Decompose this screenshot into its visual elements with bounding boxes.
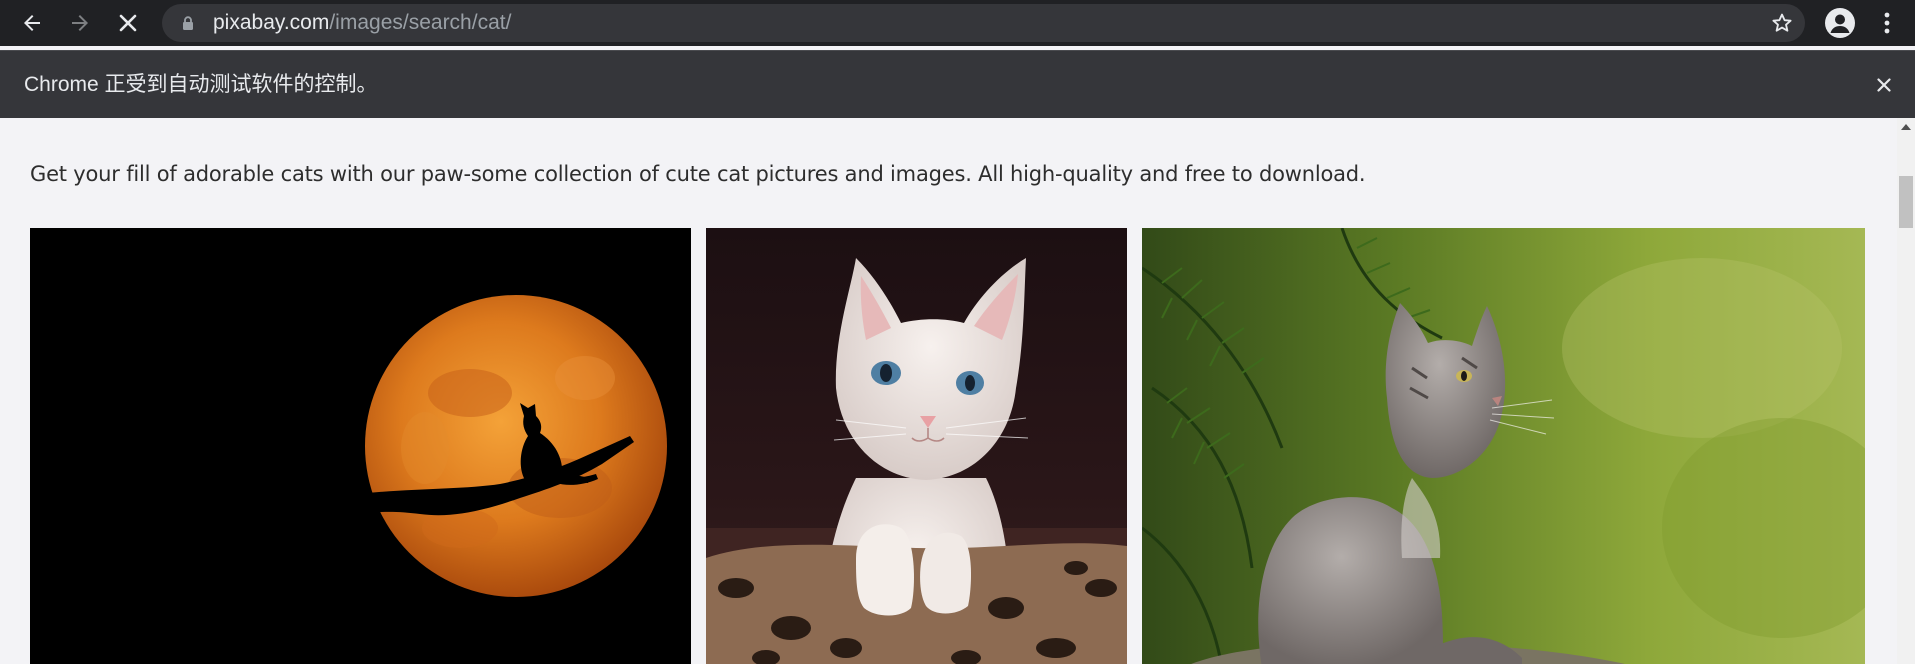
image-result-3[interactable]: [1142, 228, 1865, 664]
automation-infobar: Chrome 正受到自动测试软件的控制。: [0, 50, 1915, 118]
stop-button[interactable]: [110, 5, 146, 41]
page-scrollbar[interactable]: [1897, 118, 1915, 664]
page-content: Get your fill of adorable cats with our …: [0, 118, 1897, 664]
cropped-heading-fragment: [24, 118, 164, 123]
close-icon: [1877, 78, 1891, 92]
more-vert-icon: [1884, 12, 1890, 34]
profile-icon: [1830, 14, 1850, 33]
scroll-up-button[interactable]: [1897, 120, 1915, 134]
star-icon[interactable]: [1771, 12, 1793, 34]
cat-moon-photo: [30, 228, 691, 664]
caret-up-icon: [1901, 124, 1911, 130]
lock-icon[interactable]: [182, 16, 194, 31]
infobar-close-button[interactable]: [1872, 73, 1896, 97]
back-button[interactable]: [14, 5, 50, 41]
grey-kitten-photo: [1142, 228, 1865, 664]
forward-arrow-icon: [72, 15, 88, 31]
url-host: pixabay.com: [213, 11, 330, 34]
scrollbar-thumb[interactable]: [1899, 176, 1913, 228]
browser-toolbar: pixabay.com/images/search/cat/: [0, 0, 1915, 46]
url-text[interactable]: pixabay.com/images/search/cat/: [213, 4, 511, 42]
page-heading-cropped: [24, 118, 164, 130]
profile-button[interactable]: [1825, 8, 1855, 38]
forward-button[interactable]: [62, 5, 98, 41]
back-arrow-icon: [24, 15, 40, 31]
stop-loading-icon: [119, 14, 137, 32]
address-bar[interactable]: pixabay.com/images/search/cat/: [162, 4, 1805, 42]
image-result-1[interactable]: [30, 228, 691, 664]
white-kitten-photo: [706, 228, 1127, 664]
intro-text: Get your fill of adorable cats with our …: [30, 162, 1366, 186]
infobar-message: Chrome 正受到自动测试软件的控制。: [24, 73, 378, 96]
url-path: /images/search/cat/: [329, 11, 512, 34]
menu-button[interactable]: [1872, 7, 1902, 39]
image-result-2[interactable]: [706, 228, 1127, 664]
